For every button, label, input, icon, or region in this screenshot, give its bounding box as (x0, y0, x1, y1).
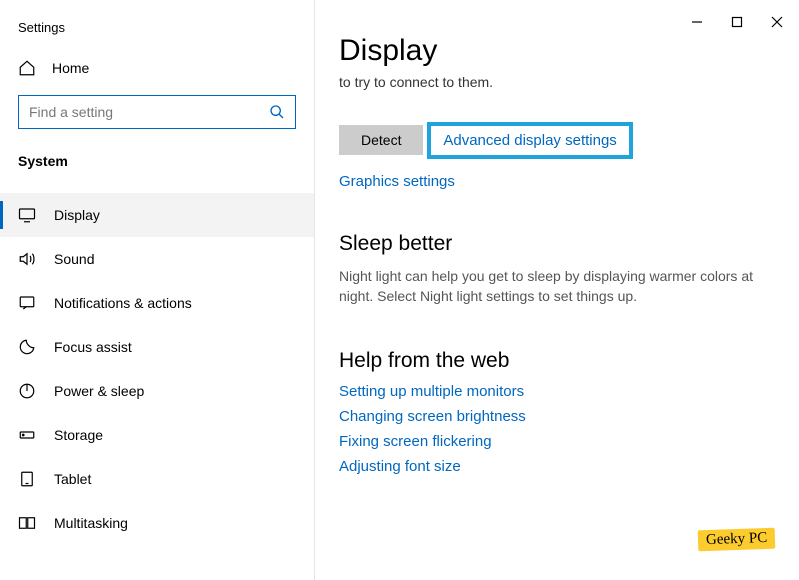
main-panel: Display to try to connect to them. Detec… (315, 0, 799, 580)
nav-item-label: Focus assist (54, 339, 132, 355)
help-heading: Help from the web (339, 349, 769, 373)
power-icon (18, 382, 36, 400)
focus-assist-icon (18, 338, 36, 356)
nav-list: Display Sound Notifications & actions Fo… (0, 193, 314, 545)
nav-item-label: Tablet (54, 471, 91, 487)
nav-item-label: Notifications & actions (54, 295, 192, 311)
detect-button[interactable]: Detect (339, 125, 423, 155)
nav-item-label: Display (54, 207, 100, 223)
nav-home[interactable]: Home (0, 49, 314, 87)
help-link-monitors[interactable]: Setting up multiple monitors (339, 383, 769, 400)
page-heading: Display (339, 34, 769, 68)
help-link-brightness[interactable]: Changing screen brightness (339, 408, 769, 425)
connect-text: to try to connect to them. (339, 74, 769, 90)
sound-icon (18, 250, 36, 268)
sleep-better-heading: Sleep better (339, 232, 769, 256)
nav-item-sound[interactable]: Sound (0, 237, 314, 281)
help-link-fontsize[interactable]: Adjusting font size (339, 458, 769, 475)
search-input[interactable] (29, 104, 269, 120)
nav-item-multitasking[interactable]: Multitasking (0, 501, 314, 545)
sidebar: Settings Home System Display Sound (0, 0, 315, 580)
nav-item-label: Power & sleep (54, 383, 144, 399)
help-links: Setting up multiple monitors Changing sc… (339, 383, 769, 475)
sleep-better-body: Night light can help you get to sleep by… (339, 266, 769, 307)
nav-item-label: Storage (54, 427, 103, 443)
nav-item-power-sleep[interactable]: Power & sleep (0, 369, 314, 413)
window-controls (689, 14, 785, 30)
close-button[interactable] (769, 14, 785, 30)
window-title: Settings (0, 20, 314, 49)
graphics-settings-link[interactable]: Graphics settings (339, 173, 769, 190)
tablet-icon (18, 470, 36, 488)
advanced-display-highlight: Advanced display settings (427, 122, 632, 159)
nav-home-label: Home (52, 60, 89, 76)
multitasking-icon (18, 514, 36, 532)
minimize-button[interactable] (689, 14, 705, 30)
maximize-button[interactable] (729, 14, 745, 30)
nav-item-label: Sound (54, 251, 94, 267)
nav-item-storage[interactable]: Storage (0, 413, 314, 457)
nav-item-focus-assist[interactable]: Focus assist (0, 325, 314, 369)
search-input-wrapper[interactable] (18, 95, 296, 129)
advanced-display-link[interactable]: Advanced display settings (443, 132, 616, 149)
notifications-icon (18, 294, 36, 312)
search-icon (269, 104, 285, 120)
display-icon (18, 206, 36, 224)
nav-item-display[interactable]: Display (0, 193, 314, 237)
nav-item-notifications[interactable]: Notifications & actions (0, 281, 314, 325)
sidebar-section-label: System (0, 145, 314, 181)
nav-item-label: Multitasking (54, 515, 128, 531)
nav-item-tablet[interactable]: Tablet (0, 457, 314, 501)
storage-icon (18, 426, 36, 444)
watermark: Geeky PC (697, 528, 775, 552)
help-link-flickering[interactable]: Fixing screen flickering (339, 433, 769, 450)
home-icon (18, 59, 36, 77)
